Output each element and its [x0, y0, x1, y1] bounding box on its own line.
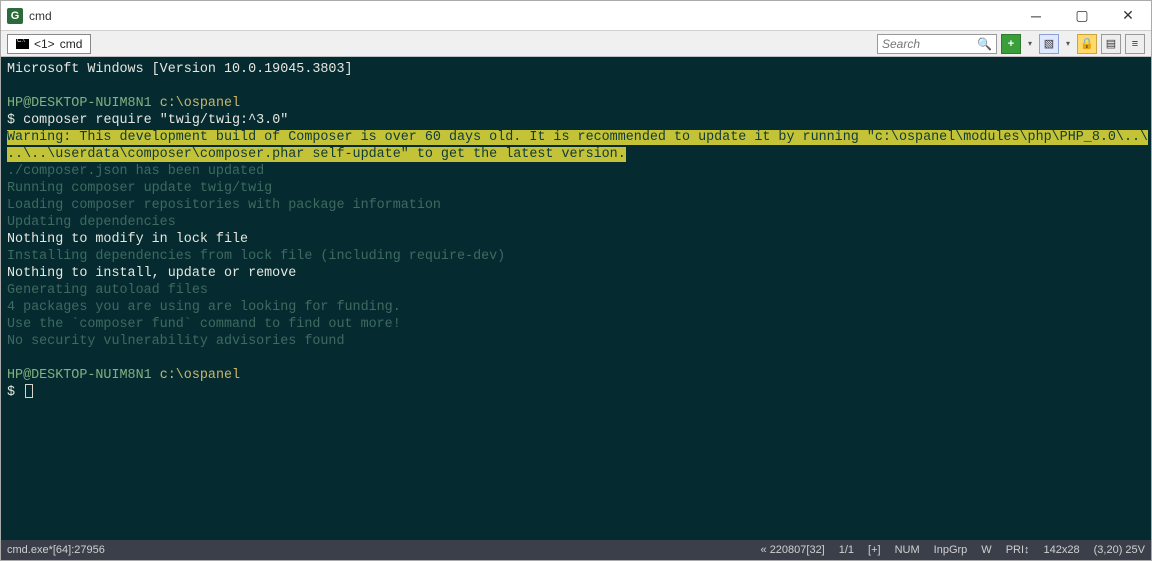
- warning-line-2: ..\..\userdata\composer\composer.phar se…: [7, 146, 1145, 163]
- status-panes: 1/1: [839, 544, 854, 556]
- terminal-cursor: [25, 384, 33, 398]
- status-size: 142x28: [1044, 544, 1080, 556]
- window-title: cmd: [29, 9, 52, 23]
- status-inpgrp: InpGrp: [934, 544, 968, 556]
- prompt-userhost: HP@DESKTOP-NUIM8N1: [7, 96, 152, 111]
- out-3: Loading composer repositories with packa…: [7, 197, 1145, 214]
- warning-line-1-text: Warning: This development build of Compo…: [7, 130, 1148, 145]
- out-4: Updating dependencies: [7, 214, 1145, 231]
- status-pri: PRI↕: [1006, 544, 1030, 556]
- out-2: Running composer update twig/twig: [7, 180, 1145, 197]
- prompt-line-1: HP@DESKTOP-NUIM8N1 c:\ospanel: [7, 95, 1145, 112]
- tasks-button[interactable]: ▧: [1039, 34, 1059, 54]
- tasks-dropdown[interactable]: ▾: [1063, 39, 1073, 48]
- out-5: Nothing to modify in lock file: [7, 231, 1145, 248]
- status-bar: cmd.exe*[64]:27956 « 220807[32] 1/1 [+] …: [1, 540, 1151, 560]
- search-input[interactable]: Search 🔍: [877, 34, 997, 54]
- tab-name: cmd: [60, 37, 83, 51]
- blank-line-2: [7, 350, 1145, 367]
- terminal-viewport[interactable]: Microsoft Windows [Version 10.0.19045.38…: [1, 57, 1151, 540]
- console-icon: [16, 39, 29, 49]
- search-placeholder: Search: [882, 37, 920, 51]
- minimize-button[interactable]: ─: [1013, 1, 1059, 31]
- search-icon: 🔍: [977, 37, 992, 51]
- prompt-userhost-2: HP@DESKTOP-NUIM8N1: [7, 368, 152, 383]
- status-numlock: NUM: [895, 544, 920, 556]
- toolbar: <1> cmd Search 🔍 + ▾ ▧ ▾ 🔒 ▤ ≡: [1, 31, 1151, 57]
- terminal-banner: Microsoft Windows [Version 10.0.19045.38…: [7, 61, 1145, 78]
- warning-line-1: Warning: This development build of Compo…: [7, 129, 1145, 146]
- out-9: 4 packages you are using are looking for…: [7, 299, 1145, 316]
- status-process: cmd.exe*[64]:27956: [7, 544, 105, 556]
- prompt-symbol-2: $: [7, 385, 15, 400]
- out-8: Generating autoload files: [7, 282, 1145, 299]
- maximize-button[interactable]: ▢: [1059, 1, 1105, 31]
- status-w: W: [981, 544, 991, 556]
- window-titlebar[interactable]: G cmd ─ ▢ ✕: [1, 1, 1151, 31]
- out-6: Installing dependencies from lock file (…: [7, 248, 1145, 265]
- list-button[interactable]: ≡: [1125, 34, 1145, 54]
- prompt-line-2: HP@DESKTOP-NUIM8N1 c:\ospanel: [7, 367, 1145, 384]
- app-icon: G: [7, 8, 23, 24]
- prompt-symbol: $: [7, 113, 15, 128]
- out-7: Nothing to install, update or remove: [7, 265, 1145, 282]
- out-1: ./composer.json has been updated: [7, 163, 1145, 180]
- status-plus: [+]: [868, 544, 881, 556]
- tab-cmd[interactable]: <1> cmd: [7, 34, 91, 54]
- command-text: composer require "twig/twig:^3.0": [23, 113, 288, 128]
- out-10: Use the `composer fund` command to find …: [7, 316, 1145, 333]
- new-console-button[interactable]: +: [1001, 34, 1021, 54]
- command-line: $ composer require "twig/twig:^3.0": [7, 112, 1145, 129]
- settings-button[interactable]: ▤: [1101, 34, 1121, 54]
- status-encoding: « 220807[32]: [761, 544, 825, 556]
- new-console-dropdown[interactable]: ▾: [1025, 39, 1035, 48]
- tab-index: <1>: [34, 37, 55, 51]
- prompt-path: c:\ospanel: [160, 96, 240, 111]
- warning-line-2-text: ..\..\userdata\composer\composer.phar se…: [7, 147, 626, 162]
- prompt-path-2: c:\ospanel: [160, 368, 240, 383]
- close-button[interactable]: ✕: [1105, 1, 1151, 31]
- out-11: No security vulnerability advisories fou…: [7, 333, 1145, 350]
- blank-line: [7, 78, 1145, 95]
- status-cursorpos: (3,20) 25V: [1094, 544, 1145, 556]
- prompt-line-3: $: [7, 384, 1145, 401]
- lock-button[interactable]: 🔒: [1077, 34, 1097, 54]
- app-window: G cmd ─ ▢ ✕ <1> cmd Search 🔍 + ▾ ▧ ▾ 🔒 ▤…: [0, 0, 1152, 561]
